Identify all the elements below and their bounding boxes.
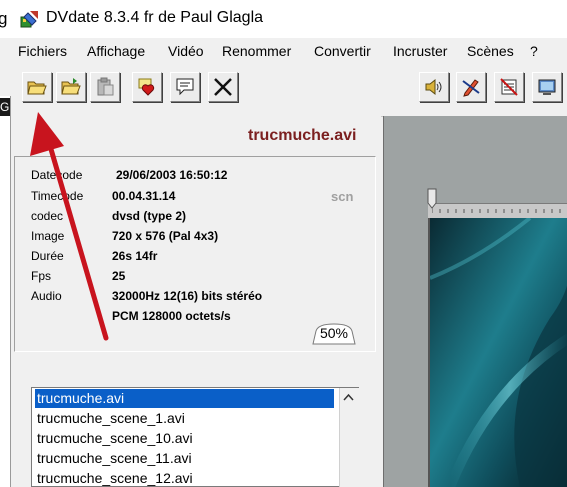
- menu-video[interactable]: Vidéo: [168, 43, 204, 59]
- open-file-button[interactable]: [22, 72, 52, 102]
- background-window-label: Gl: [0, 98, 10, 116]
- scene-label[interactable]: scn: [331, 189, 353, 204]
- edit-tool-button[interactable]: [456, 72, 486, 102]
- list-item[interactable]: trucmuche_scene_11.avi: [35, 449, 337, 468]
- info-value-duration: 26s 14fr: [112, 249, 158, 263]
- pencil-icon: [462, 79, 480, 97]
- info-value-timecode: 00.04.31.14: [112, 189, 176, 203]
- folder-open-icon: [61, 78, 81, 95]
- background-window-edge: [0, 96, 11, 487]
- info-label-duration: Durée: [31, 249, 64, 263]
- comment-button[interactable]: [170, 72, 200, 102]
- info-label-fps: Fps: [31, 269, 52, 283]
- info-label-datecode: Datecode: [31, 168, 83, 182]
- info-value-datecode: 29/06/2003 16:50:12: [116, 168, 228, 182]
- info-value-audio: 32000Hz 12(16) bits stéréo: [112, 289, 263, 303]
- menu-convertir[interactable]: Convertir: [314, 43, 371, 59]
- open-folder-button[interactable]: [56, 72, 86, 102]
- menu-incruster[interactable]: Incruster: [393, 43, 447, 59]
- info-label-timecode: Timecode: [31, 189, 84, 203]
- heart-icon: [138, 78, 155, 96]
- close-icon: [214, 78, 232, 96]
- paste-button[interactable]: [90, 72, 120, 102]
- app-icon: [20, 11, 38, 28]
- scroll-up-arrow-icon[interactable]: [339, 388, 358, 407]
- menu-scenes[interactable]: Scènes: [467, 43, 514, 59]
- clipboard-icon: [97, 77, 114, 96]
- list-item[interactable]: trucmuche_scene_10.avi: [35, 429, 337, 448]
- menu-renommer[interactable]: Renommer: [222, 43, 291, 59]
- delete-list-button[interactable]: [494, 72, 524, 102]
- title-bar[interactable]: g DVdate 8.3.4 fr de Paul Glagla: [0, 0, 567, 38]
- info-label-audio: Audio: [31, 289, 62, 303]
- list-item[interactable]: trucmuche_scene_1.avi: [35, 409, 337, 428]
- speech-bubble-icon: [176, 78, 194, 96]
- info-value-image: 720 x 576 (Pal 4x3): [112, 229, 219, 243]
- toolbar: [0, 64, 567, 117]
- info-value-codec: dvsd (type 2): [112, 209, 187, 223]
- current-filename: trucmuche.avi: [248, 127, 357, 144]
- list-item[interactable]: trucmuche.avi: [35, 389, 334, 408]
- menu-bar: Fichiers Affichage Vidéo Renommer Conver…: [0, 38, 567, 64]
- menu-affichage[interactable]: Affichage: [87, 43, 145, 59]
- zoom-percent: 50%: [319, 325, 349, 341]
- monitor-icon: [538, 79, 556, 95]
- info-label-codec: codec: [31, 209, 64, 223]
- file-list[interactable]: trucmuche.avi trucmuche_scene_1.avi truc…: [31, 387, 359, 487]
- timeline-slider-thumb[interactable]: [427, 188, 437, 209]
- menu-help[interactable]: ?: [530, 43, 538, 59]
- timeline-ticks: [432, 207, 561, 213]
- list-item[interactable]: trucmuche_scene_12.avi: [35, 469, 337, 486]
- window-title: DVdate 8.3.4 fr de Paul Glagla: [46, 9, 264, 26]
- close-button[interactable]: [208, 72, 238, 102]
- video-frame-preview: [428, 218, 567, 487]
- favorite-button[interactable]: [132, 72, 162, 102]
- sound-button[interactable]: [419, 72, 449, 102]
- screen-button[interactable]: [532, 72, 562, 102]
- folder-open-icon: [27, 81, 47, 95]
- list-delete-icon: [500, 78, 518, 96]
- info-value-fps: 25: [112, 269, 126, 283]
- info-value-audio-pcm: PCM 128000 octets/s: [112, 309, 231, 323]
- info-label-image: Image: [31, 229, 65, 243]
- background-window-edge-text: g: [0, 9, 8, 28]
- speaker-icon: [425, 78, 442, 96]
- menu-fichiers[interactable]: Fichiers: [18, 43, 67, 59]
